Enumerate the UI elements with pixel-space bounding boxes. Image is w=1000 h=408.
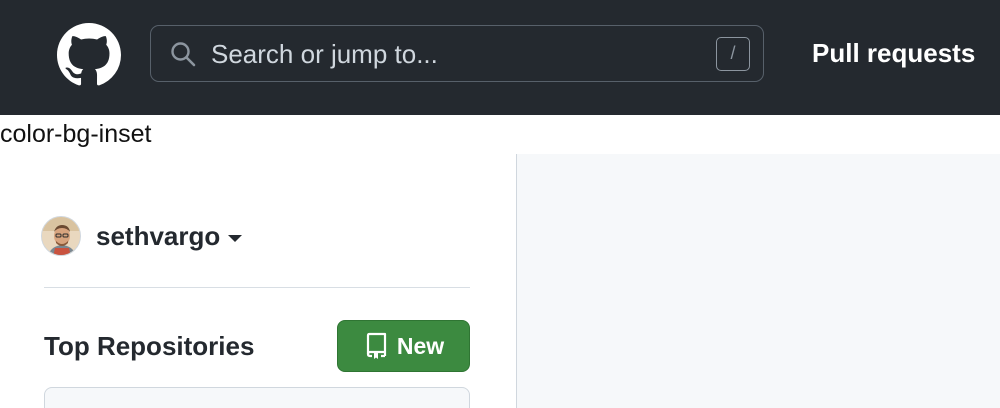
- search-box[interactable]: /: [150, 25, 764, 82]
- search-icon: [169, 40, 197, 68]
- nav-pull-requests[interactable]: Pull requests: [812, 38, 975, 69]
- user-context-switcher[interactable]: sethvargo: [96, 221, 243, 252]
- repo-icon: [363, 332, 389, 360]
- caret-down-icon: [228, 235, 243, 242]
- new-repository-button[interactable]: New: [337, 320, 470, 372]
- debug-class-label: color-bg-inset: [0, 120, 152, 148]
- new-button-label: New: [396, 332, 445, 359]
- main-inset-panel: [516, 154, 1000, 408]
- username: sethvargo: [96, 221, 221, 251]
- search-shortcut-key: /: [716, 37, 750, 71]
- search-input[interactable]: [211, 36, 691, 72]
- sidebar-divider: [44, 287, 470, 288]
- github-logo-icon[interactable]: [57, 23, 121, 87]
- top-repositories-heading: Top Repositories: [44, 331, 255, 361]
- top-header: / Pull requests: [0, 0, 1000, 115]
- repository-filter-input[interactable]: [44, 387, 470, 408]
- github-dashboard: / Pull requests color-bg-inset sethvargo…: [0, 0, 1000, 408]
- avatar[interactable]: [41, 216, 81, 256]
